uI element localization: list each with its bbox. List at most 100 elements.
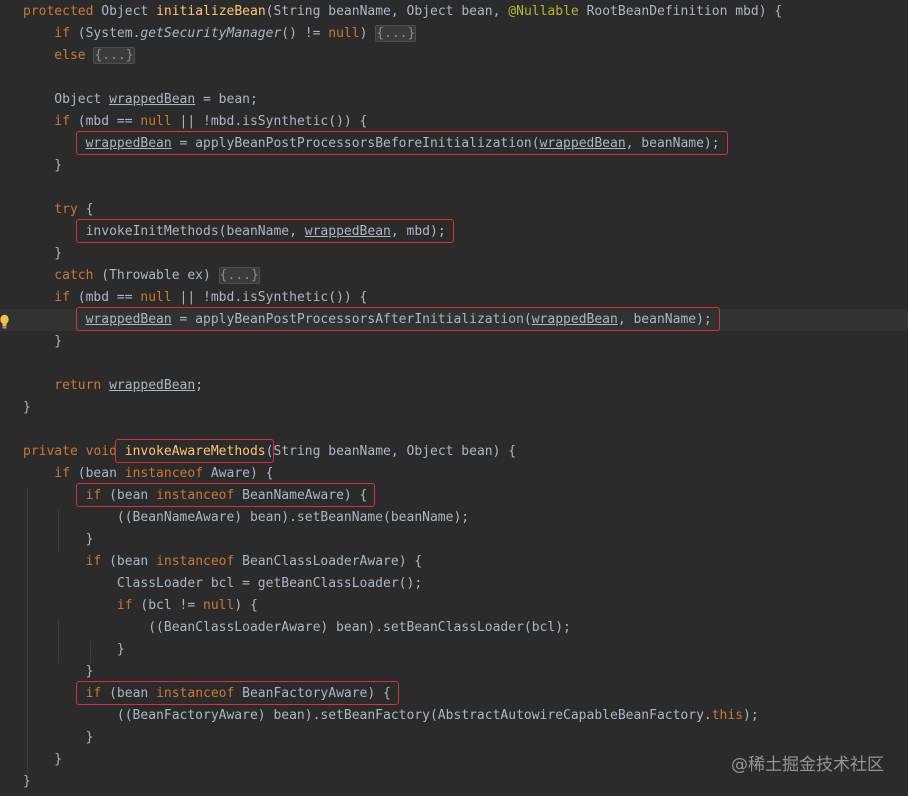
code-line-text: }: [54, 246, 62, 262]
code-line[interactable]: if (bean instanceof Aware) {: [0, 463, 908, 485]
code-token: null: [140, 114, 172, 129]
code-line[interactable]: }: [0, 155, 908, 177]
code-line-text: wrappedBean = applyBeanPostProcessorsBef…: [86, 136, 720, 152]
code-line[interactable]: }: [0, 727, 908, 749]
code-line-text: }: [23, 774, 31, 790]
code-token: initializeBean: [156, 4, 266, 19]
code-token: ((BeanNameAware) bean).setBeanName(beanN…: [116, 510, 470, 525]
code-line[interactable]: if (bcl != null) {: [0, 595, 908, 617]
code-line[interactable]: wrappedBean = applyBeanPostProcessorsBef…: [0, 133, 908, 155]
code-token: }: [54, 334, 63, 349]
code-token: instanceof: [156, 554, 243, 569]
code-line[interactable]: ((BeanClassLoaderAware) bean).setBeanCla…: [0, 617, 908, 639]
code-token: }: [85, 730, 94, 745]
code-line-text: if (bcl != null) {: [117, 598, 258, 614]
code-token: return: [54, 378, 110, 393]
code-token: || !mbd.isSynthetic()) {: [171, 114, 368, 129]
folded-block[interactable]: {...}: [93, 47, 135, 64]
code-line[interactable]: }: [0, 529, 908, 551]
code-token: ) {: [234, 598, 258, 613]
code-line[interactable]: if (bean instanceof BeanFactoryAware) {: [0, 683, 908, 705]
code-token: protected: [23, 4, 102, 19]
code-line-text: }: [54, 158, 62, 174]
code-token: }: [23, 400, 31, 415]
code-token: null: [140, 290, 172, 305]
code-line-text: ClassLoader bcl = getBeanClassLoader();: [117, 576, 422, 592]
code-token: wrappedBean: [539, 136, 626, 151]
lightbulb-icon[interactable]: [0, 314, 9, 330]
code-token: ;: [195, 378, 204, 393]
code-token: null: [328, 26, 360, 41]
code-line[interactable]: }: [0, 639, 908, 661]
code-token: (bean: [109, 488, 157, 503]
code-token: (System.: [77, 26, 141, 41]
code-line-text: wrappedBean = applyBeanPostProcessorsAft…: [86, 312, 712, 328]
code-token: getSecurityManager: [140, 26, 282, 41]
code-token: (bean: [109, 686, 157, 701]
code-line-text: protected Object initializeBean(String b…: [23, 4, 782, 20]
code-token: invokeInitMethods(beanName,: [85, 224, 305, 239]
code-line[interactable]: if (mbd == null || !mbd.isSynthetic()) {: [0, 287, 908, 309]
code-line[interactable]: ((BeanNameAware) bean).setBeanName(beanN…: [0, 507, 908, 529]
code-line[interactable]: else {...}: [0, 45, 908, 67]
code-line[interactable]: protected Object initializeBean(String b…: [0, 1, 908, 23]
code-token: instanceof: [124, 466, 211, 481]
code-token: = bean;: [195, 92, 258, 107]
code-line[interactable]: }: [0, 661, 908, 683]
code-line[interactable]: private void invokeAwareMethods(String b…: [0, 441, 908, 463]
code-line-text: if (bean instanceof BeanFactoryAware) {: [86, 686, 391, 702]
code-token: , beanName);: [625, 136, 720, 151]
code-token: }: [23, 774, 31, 789]
code-line[interactable]: Object wrappedBean = bean;: [0, 89, 908, 111]
code-line[interactable]: if (System.getSecurityManager() != null)…: [0, 23, 908, 45]
code-line[interactable]: [0, 353, 908, 375]
code-line-text: }: [54, 334, 62, 350]
code-token: wrappedBean: [85, 312, 172, 327]
code-line[interactable]: [0, 177, 908, 199]
code-line-text: private void invokeAwareMethods(String b…: [23, 444, 516, 460]
folded-block[interactable]: {...}: [375, 25, 417, 42]
code-line[interactable]: return wrappedBean;: [0, 375, 908, 397]
code-token: BeanFactoryAware) {: [242, 686, 391, 701]
code-token: = applyBeanPostProcessorsAfterInitializa…: [171, 312, 532, 327]
code-token: instanceof: [156, 686, 243, 701]
code-line[interactable]: invokeInitMethods(beanName, wrappedBean,…: [0, 221, 908, 243]
code-token: || !mbd.isSynthetic()) {: [171, 290, 368, 305]
code-line[interactable]: }: [0, 397, 908, 419]
code-line[interactable]: if (mbd == null || !mbd.isSynthetic()) {: [0, 111, 908, 133]
code-line-text: }: [23, 400, 31, 416]
code-token: = applyBeanPostProcessorsBeforeInitializ…: [171, 136, 540, 151]
code-line[interactable]: wrappedBean = applyBeanPostProcessorsAft…: [0, 309, 908, 331]
code-line-text: }: [117, 642, 125, 658]
code-token: (Throwable ex): [101, 268, 219, 283]
code-token: try: [54, 202, 86, 217]
code-token: }: [85, 664, 94, 679]
code-line-text: }: [86, 730, 94, 746]
code-line[interactable]: ((BeanFactoryAware) bean).setBeanFactory…: [0, 705, 908, 727]
code-line-text: if (mbd == null || !mbd.isSynthetic()) {: [54, 114, 367, 130]
code-token: Object: [54, 92, 110, 107]
code-line[interactable]: [0, 419, 908, 441]
code-line-text: }: [86, 664, 94, 680]
code-line[interactable]: catch (Throwable ex) {...}: [0, 265, 908, 287]
code-line-text: if (System.getSecurityManager() != null)…: [54, 25, 417, 42]
code-line[interactable]: try {: [0, 199, 908, 221]
code-token: invokeAwareMethods: [124, 444, 266, 459]
code-token: , beanName);: [617, 312, 712, 327]
code-token: if: [54, 466, 78, 481]
folded-block[interactable]: {...}: [218, 267, 260, 284]
code-line[interactable]: [0, 67, 908, 89]
code-token: }: [54, 158, 63, 173]
code-line[interactable]: ClassLoader bcl = getBeanClassLoader();: [0, 573, 908, 595]
code-token: ((BeanClassLoaderAware) bean).setBeanCla…: [148, 620, 571, 635]
code-line[interactable]: if (bean instanceof BeanNameAware) {: [0, 485, 908, 507]
code-line-text: ((BeanFactoryAware) bean).setBeanFactory…: [117, 708, 759, 724]
code-editor[interactable]: protected Object initializeBean(String b…: [0, 0, 908, 796]
code-line[interactable]: }: [0, 331, 908, 353]
code-token: BeanClassLoaderAware) {: [242, 554, 423, 569]
code-token: ): [359, 26, 376, 41]
code-line-text: invokeInitMethods(beanName, wrappedBean,…: [86, 224, 446, 240]
code-line[interactable]: if (bean instanceof BeanClassLoaderAware…: [0, 551, 908, 573]
code-token: RootBeanDefinition mbd) {: [578, 4, 783, 19]
code-line[interactable]: }: [0, 243, 908, 265]
